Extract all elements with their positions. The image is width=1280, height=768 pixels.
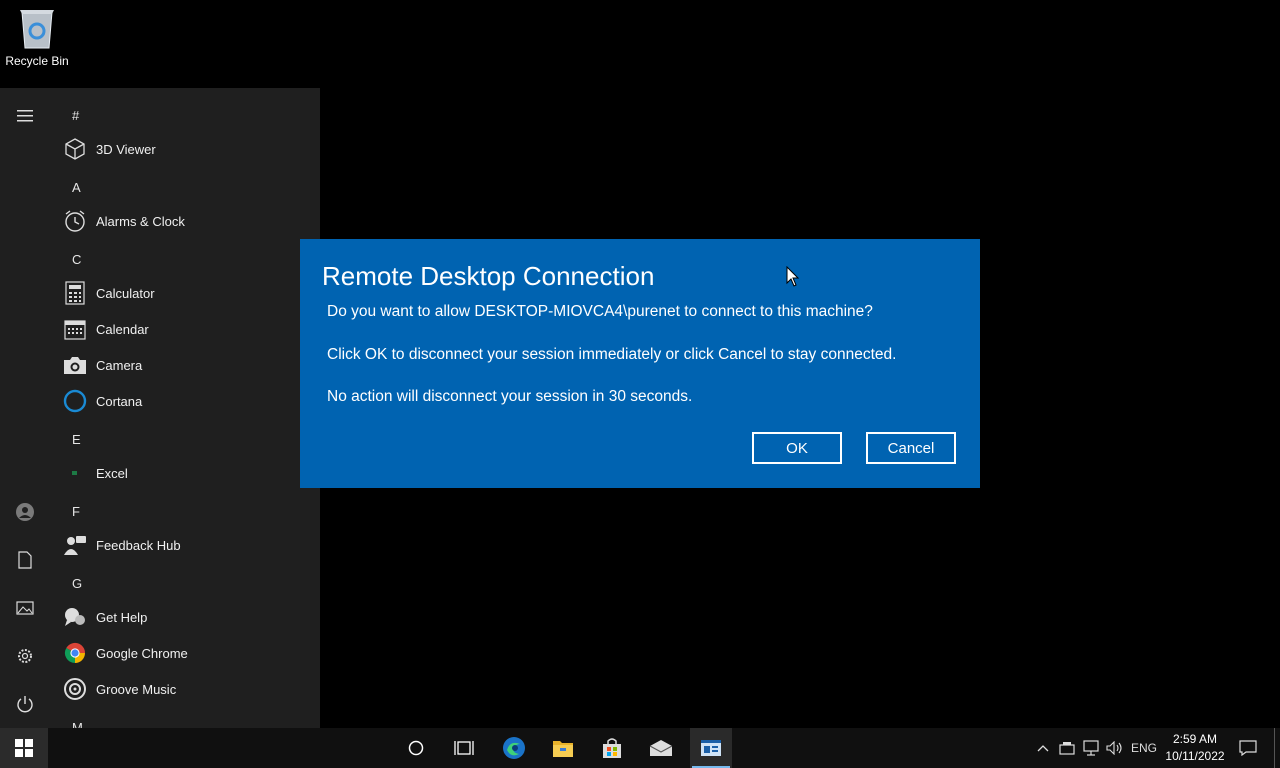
app-get-help[interactable]: Get Help	[62, 602, 312, 632]
show-desktop-button[interactable]	[1274, 728, 1280, 768]
taskbar: ENG 2:59 AM 10/11/2022	[0, 728, 1280, 768]
dialog-instructions: Click OK to disconnect your session imme…	[327, 346, 897, 363]
pictures-icon[interactable]	[13, 596, 37, 620]
file-explorer-icon[interactable]	[539, 728, 587, 768]
app-calculator[interactable]: Calculator	[62, 278, 312, 308]
settings-icon[interactable]	[13, 644, 37, 668]
alarm-clock-icon	[62, 208, 88, 234]
section-letter-hash[interactable]: #	[72, 108, 79, 123]
start-rail	[0, 88, 50, 728]
task-view-icon[interactable]	[440, 728, 488, 768]
app-camera[interactable]: Camera	[62, 350, 312, 380]
app-name: Cortana	[96, 393, 143, 409]
network-icon[interactable]	[1080, 728, 1102, 768]
mouse-cursor-icon	[786, 265, 800, 288]
app-groove-music[interactable]: Groove Music	[62, 674, 312, 704]
3d-viewer-icon	[62, 136, 88, 162]
dialog-timeout-notice: No action will disconnect your session i…	[327, 388, 693, 405]
app-3d-viewer[interactable]: 3D Viewer	[62, 134, 312, 164]
clock-time: 2:59 AM	[1172, 732, 1218, 746]
camera-icon	[62, 352, 88, 378]
system-clock[interactable]: 2:59 AM 10/11/2022	[1160, 731, 1230, 765]
excel-icon	[62, 460, 88, 486]
section-letter-e[interactable]: E	[72, 432, 81, 447]
app-excel[interactable]: Excel	[62, 458, 312, 488]
app-name: Feedback Hub	[96, 537, 181, 553]
app-google-chrome[interactable]: Google Chrome	[62, 638, 312, 668]
dialog-question: Do you want to allow DESKTOP-MIOVCA4\pur…	[327, 303, 873, 320]
language-indicator[interactable]: ENG	[1128, 728, 1160, 768]
calculator-icon	[62, 280, 88, 306]
app-name: Calculator	[96, 285, 155, 301]
get-help-icon	[62, 604, 88, 630]
clock-date: 10/11/2022	[1165, 749, 1225, 763]
recycle-bin-icon	[17, 6, 57, 50]
app-calendar[interactable]: Calendar	[62, 314, 312, 344]
edge-icon[interactable]	[490, 728, 538, 768]
remote-desktop-dialog: Remote Desktop Connection Do you want to…	[300, 239, 980, 488]
app-name: Get Help	[96, 609, 148, 625]
start-button[interactable]	[0, 728, 48, 768]
app-list: # 3D Viewer A Alarms & Clock C Calculato…	[50, 88, 320, 728]
cortana-search-icon[interactable]	[392, 728, 440, 768]
section-letter-f[interactable]: F	[72, 504, 80, 519]
google-chrome-icon	[62, 640, 88, 666]
show-hidden-icons-chevron-icon[interactable]	[1034, 728, 1052, 768]
cancel-button[interactable]: Cancel	[866, 432, 956, 464]
power-icon[interactable]	[13, 692, 37, 716]
documents-icon[interactable]	[13, 548, 37, 572]
ok-button[interactable]: OK	[752, 432, 842, 464]
recycle-bin-label: Recycle Bin	[5, 54, 69, 68]
app-name: Google Chrome	[96, 645, 188, 661]
hamburger-menu-icon[interactable]	[13, 104, 37, 128]
app-name: Excel	[96, 465, 128, 481]
app-feedback-hub[interactable]: Feedback Hub	[62, 530, 312, 560]
app-name: Calendar	[96, 321, 149, 337]
app-alarms-clock[interactable]: Alarms & Clock	[62, 206, 312, 236]
feedback-hub-icon	[62, 532, 88, 558]
app-cortana[interactable]: Cortana	[62, 386, 312, 416]
store-icon[interactable]	[588, 728, 636, 768]
groove-music-icon	[62, 676, 88, 702]
section-letter-a[interactable]: A	[72, 180, 81, 195]
mail-icon[interactable]	[637, 728, 685, 768]
app-name: Alarms & Clock	[96, 213, 185, 229]
section-letter-m[interactable]: M	[72, 720, 83, 728]
dialog-title: Remote Desktop Connection	[322, 261, 655, 291]
cortana-icon	[62, 388, 88, 414]
tray-app-icon[interactable]	[1056, 728, 1078, 768]
calendar-icon	[62, 316, 88, 342]
remote-desktop-icon[interactable]	[690, 728, 732, 768]
windows-logo-icon	[15, 739, 33, 757]
section-letter-g[interactable]: G	[72, 576, 82, 591]
app-name: 3D Viewer	[96, 141, 156, 157]
start-menu: # 3D Viewer A Alarms & Clock C Calculato…	[0, 88, 320, 728]
user-account-icon[interactable]	[13, 500, 37, 524]
section-letter-c[interactable]: C	[72, 252, 81, 267]
notification-center-icon[interactable]	[1236, 728, 1260, 768]
volume-icon[interactable]	[1104, 728, 1126, 768]
app-name: Groove Music	[96, 681, 177, 697]
recycle-bin-shortcut[interactable]: Recycle Bin	[2, 6, 72, 68]
app-name: Camera	[96, 357, 143, 373]
